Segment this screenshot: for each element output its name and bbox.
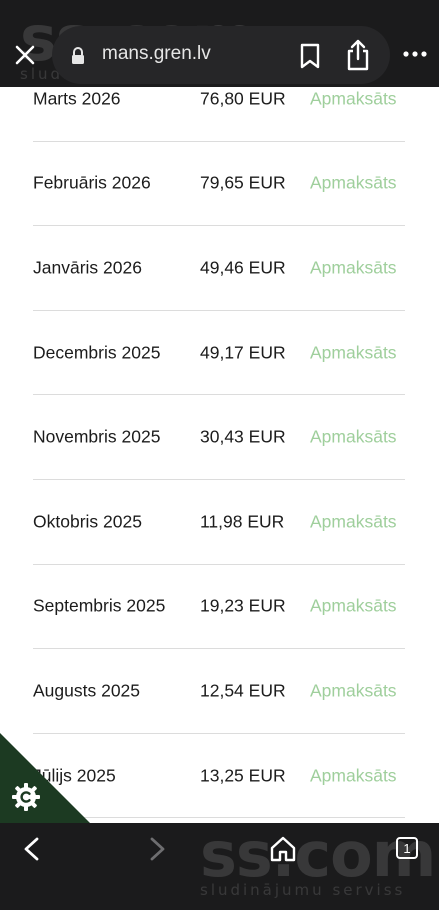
share-icon[interactable] (344, 38, 372, 72)
invoice-status: Apmaksāts (310, 426, 397, 447)
chevron-left-icon[interactable] (18, 836, 48, 862)
invoice-month: Oktobris 2025 (33, 511, 142, 532)
invoice-amount: 49,46 EUR (200, 257, 286, 278)
cookie-settings-icon[interactable] (11, 782, 41, 812)
invoice-month: Janvāris 2026 (33, 257, 142, 278)
invoice-month: Septembris 2025 (33, 595, 166, 616)
invoice-amount: 79,65 EUR (200, 172, 286, 193)
invoice-row[interactable]: Janvāris 2026 49,46 EUR Apmaksāts (33, 226, 405, 311)
invoice-amount: 76,80 EUR (200, 88, 286, 109)
invoice-row[interactable]: Augusts 2025 12,54 EUR Apmaksāts (33, 649, 405, 734)
browser-bottom-bar: ss.com sludinājumu serviss (0, 823, 439, 910)
url-text[interactable]: mans.gren.lv (102, 43, 211, 65)
invoice-month: Novembris 2025 (33, 426, 161, 447)
invoice-status: Apmaksāts (310, 765, 397, 786)
close-icon (15, 45, 35, 65)
invoice-month: Marts 2026 (33, 88, 121, 109)
invoice-list: Marts 2026 76,80 EUR Apmaksāts Februāris… (33, 57, 405, 819)
invoice-amount: 13,25 EUR (200, 765, 286, 786)
invoice-amount: 12,54 EUR (200, 680, 286, 701)
home-icon[interactable] (268, 834, 298, 864)
bookmark-icon[interactable] (298, 42, 322, 70)
watermark-tagline: sludinājumu serviss (200, 881, 406, 899)
invoice-amount: 30,43 EUR (200, 426, 286, 447)
chevron-right-icon[interactable] (143, 836, 173, 862)
invoice-status: Apmaksāts (310, 595, 397, 616)
invoice-month: Augusts 2025 (33, 680, 141, 701)
invoice-row[interactable]: Decembris 2025 49,17 EUR Apmaksāts (33, 311, 405, 396)
lock-icon (72, 47, 84, 64)
invoice-row[interactable]: Oktobris 2025 11,98 EUR Apmaksāts (33, 480, 405, 565)
invoice-row[interactable]: Novembris 2025 30,43 EUR Apmaksāts (33, 395, 405, 480)
invoice-status: Apmaksāts (310, 88, 397, 109)
tabs-button[interactable]: 1 (396, 837, 418, 859)
invoice-month: Decembris 2025 (33, 342, 161, 363)
browser-top-bar: ss.com sludinājumu serviss mans.gren.lv (0, 0, 439, 87)
invoice-status: Apmaksāts (310, 511, 397, 532)
invoice-status: Apmaksāts (310, 172, 397, 193)
invoice-status: Apmaksāts (310, 342, 397, 363)
close-button[interactable] (8, 38, 42, 72)
invoice-status: Apmaksāts (310, 680, 397, 701)
invoice-status: Apmaksāts (310, 257, 397, 278)
invoice-amount: 19,23 EUR (200, 595, 286, 616)
invoice-month: Februāris 2026 (33, 172, 151, 193)
invoice-row[interactable]: Septembris 2025 19,23 EUR Apmaksāts (33, 565, 405, 650)
more-dots-icon[interactable] (400, 47, 430, 61)
tab-count: 1 (403, 840, 411, 856)
invoice-amount: 11,98 EUR (200, 511, 285, 532)
invoice-row[interactable]: Februāris 2026 79,65 EUR Apmaksāts (33, 142, 405, 227)
invoice-amount: 49,17 EUR (200, 342, 286, 363)
